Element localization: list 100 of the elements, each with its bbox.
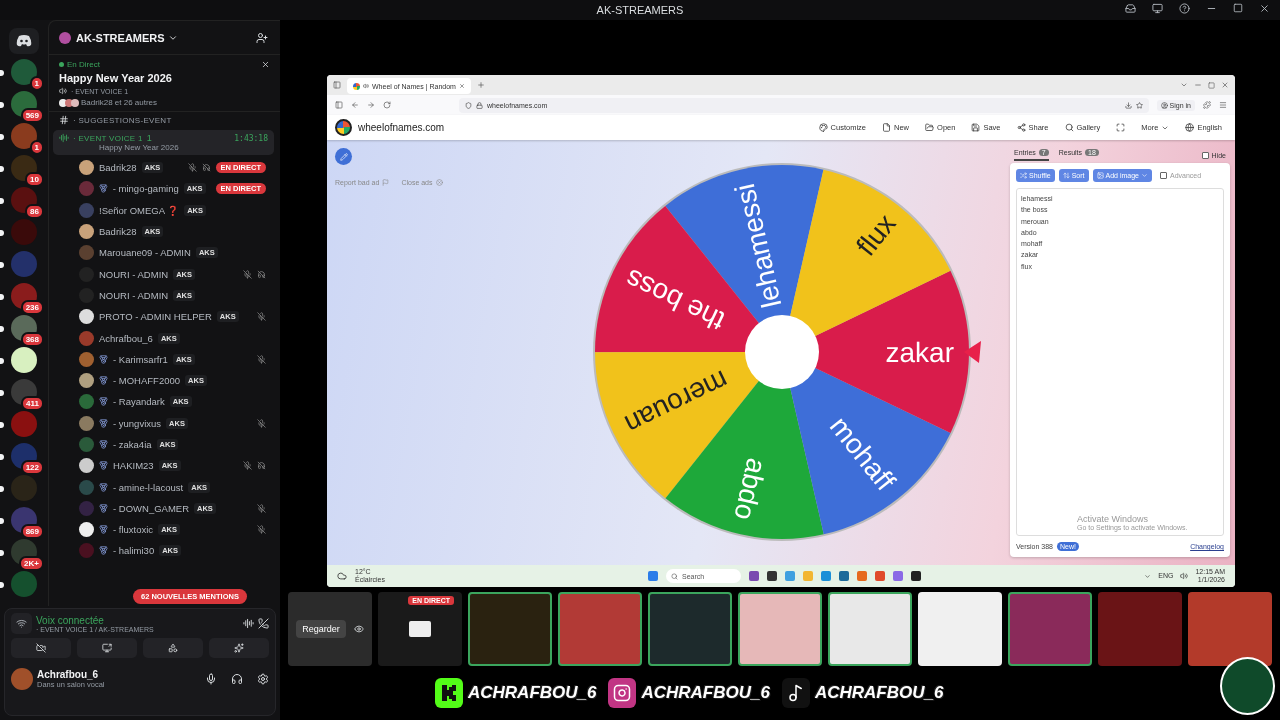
participant-tile[interactable]: [918, 592, 1002, 666]
sidebar-icon[interactable]: [335, 101, 343, 109]
participant-tile[interactable]: [738, 592, 822, 666]
server-name[interactable]: AK-STREAMERS: [76, 31, 165, 44]
channel-subtitle: Happy New Year 2026: [98, 143, 180, 152]
palette-icon: [818, 123, 828, 132]
soundboard-button[interactable]: [209, 638, 269, 658]
member-name: - zaka4ia: [113, 439, 152, 450]
server-icon: [59, 31, 71, 44]
fullscreen-icon[interactable]: [1116, 123, 1126, 132]
event-status: En Direct: [67, 60, 100, 69]
favicon-icon: [353, 82, 360, 90]
instagram-icon: [613, 684, 632, 702]
stream-tile[interactable]: Regarder: [288, 592, 372, 666]
channel-item[interactable]: · EVENT VOICE 1 1 1:43:18 Happy New Year 2026: [53, 130, 274, 155]
forward-icon[interactable]: [367, 101, 375, 109]
restore-icon[interactable]: [1208, 81, 1215, 89]
camera-off-icon: [36, 643, 46, 653]
screen-share-icon: [102, 643, 112, 653]
share-screen-button[interactable]: [77, 638, 137, 658]
reload-icon[interactable]: [383, 101, 391, 109]
avatar: [79, 522, 94, 538]
sparkles-icon: [234, 643, 244, 653]
member-name: PROTO - ADMIN HELPER: [99, 311, 212, 323]
mention-count: 411: [21, 396, 44, 411]
social-handle: ACHRAFBOU_6: [468, 683, 597, 703]
help-icon[interactable]: [1179, 3, 1190, 14]
avatar: [79, 181, 94, 197]
k-logo-icon: [441, 684, 457, 702]
server-icon[interactable]: [11, 187, 37, 213]
camera-button[interactable]: [11, 638, 71, 658]
maximize-icon[interactable]: [1233, 3, 1243, 13]
participant-tile[interactable]: [648, 592, 732, 666]
close-icon: [435, 179, 443, 186]
mention-count: 122: [20, 460, 44, 475]
headphones-icon[interactable]: [231, 673, 243, 685]
mention-count: 1: [29, 140, 44, 155]
disconnect-icon[interactable]: [258, 618, 269, 629]
watch-button[interactable]: Regarder: [296, 620, 346, 638]
server-icon[interactable]: [11, 283, 37, 309]
member-name: - halimi30: [113, 545, 155, 557]
sort-icon: [1062, 172, 1070, 179]
menu-icon[interactable]: [1219, 101, 1227, 109]
participant-tile[interactable]: [558, 592, 642, 666]
participant-tile[interactable]: [1188, 592, 1272, 666]
save-icon: [971, 123, 981, 132]
tray-chevron-icon[interactable]: [1144, 572, 1152, 580]
avatar: [79, 309, 94, 325]
close-icon: [458, 83, 465, 89]
participant-tile[interactable]: [468, 592, 552, 666]
site-name[interactable]: wheelofnames.com: [358, 122, 808, 133]
edit-button[interactable]: [335, 148, 352, 165]
mic-icon[interactable]: [205, 673, 217, 685]
avatar: [79, 415, 94, 431]
add-member-icon[interactable]: [256, 31, 268, 44]
music-note-icon: [786, 684, 805, 702]
social-handle: ACHRAFBOU_6: [641, 683, 770, 703]
attendee-count: Badrik28 et 26 autres: [81, 98, 158, 107]
monitor-icon[interactable]: [1152, 3, 1163, 14]
member-name: NOURI - ADMIN: [99, 268, 169, 280]
mention-count: 86: [25, 204, 44, 219]
member-name: - MOHAFF2000: [113, 375, 181, 387]
volume-icon[interactable]: [1180, 572, 1189, 580]
extensions-icon[interactable]: [1203, 101, 1211, 109]
member-name: - yungvixus: [113, 417, 162, 429]
site-logo[interactable]: [335, 119, 352, 136]
settings-icon[interactable]: [257, 673, 269, 685]
voice-status: Voix connectée: [36, 614, 105, 626]
avatar: [79, 500, 94, 516]
eye-icon[interactable]: [353, 624, 364, 634]
noise-icon[interactable]: [243, 618, 254, 629]
activities-button[interactable]: [143, 638, 203, 658]
image-icon: [1096, 172, 1104, 179]
server-icon[interactable]: [11, 91, 37, 117]
member-name: - Rayandark: [113, 396, 165, 408]
signal-icon: [16, 618, 27, 629]
start-icon[interactable]: [648, 571, 658, 581]
inbox-icon[interactable]: [1125, 3, 1136, 14]
avatar: [79, 245, 94, 261]
share-icon: [1016, 123, 1026, 132]
search-icon: [671, 572, 678, 580]
avatar: [79, 543, 94, 559]
member-name: Badrik28: [99, 162, 137, 174]
channel-item[interactable]: · SUGGESTIONS-EVENT: [53, 112, 274, 128]
mention-count: 10: [25, 172, 44, 187]
server-icon[interactable]: [11, 347, 37, 373]
discord-logo-icon[interactable]: [9, 28, 39, 54]
wheel-label: the boss: [620, 263, 730, 337]
close-icon[interactable]: [1259, 3, 1270, 14]
back-icon[interactable]: [351, 101, 359, 109]
participant-tile[interactable]: [1008, 592, 1092, 666]
connection-button[interactable]: [11, 613, 32, 634]
participant-tile[interactable]: [1098, 592, 1182, 666]
participant-tile[interactable]: [828, 592, 912, 666]
member-name: - DOWN_GAMER: [113, 502, 189, 514]
tab-list-icon[interactable]: [333, 81, 341, 89]
member-name: Badrik28: [99, 226, 137, 238]
caret-icon: [1141, 172, 1148, 179]
new-tab-icon[interactable]: [476, 81, 485, 89]
globe-icon: [1185, 123, 1195, 132]
